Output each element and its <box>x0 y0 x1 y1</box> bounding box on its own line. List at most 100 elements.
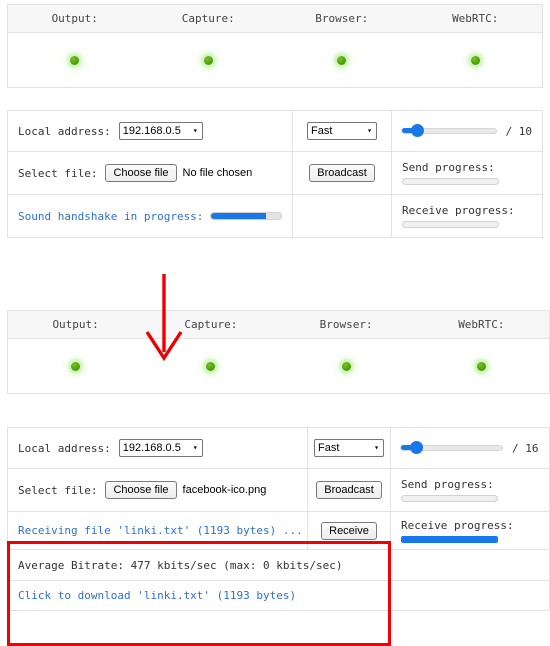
slider-max-label: / 10 <box>505 124 533 138</box>
led-indicator-icon <box>341 361 351 371</box>
status-led-webrtc <box>409 33 543 87</box>
status-header-row: Output: Capture: Browser: WebRTC: <box>8 5 542 33</box>
handshake-progress-bar <box>210 212 282 220</box>
download-row: Click to download 'linki.txt' (1193 byte… <box>8 581 549 611</box>
file-cell-bottom: Select file: Choose file facebook-ico.pn… <box>8 469 307 511</box>
led-indicator-icon <box>70 55 80 65</box>
receive-button-cell: Receive <box>307 512 390 549</box>
status-header-capture: Capture: <box>184 318 238 331</box>
file-cell-top: Select file: Choose file No file chosen <box>8 152 292 194</box>
speed-slider[interactable] <box>401 123 497 139</box>
status-header-webrtc: WebRTC: <box>458 318 505 331</box>
file-row-bottom: Select file: Choose file facebook-ico.pn… <box>8 469 549 512</box>
select-file-label: Select file: <box>18 483 98 497</box>
status-led-capture <box>142 33 276 87</box>
local-address-label: Local address: <box>18 124 111 138</box>
receiving-cell: Receiving file 'linki.txt' (1193 bytes) … <box>8 512 307 549</box>
broadcast-cell-top: Broadcast <box>292 152 391 194</box>
status-led-row <box>8 33 542 88</box>
local-address-select-wrap[interactable]: 192.168.0.5 ▾ <box>118 122 203 140</box>
status-led-output <box>8 339 143 393</box>
select-file-label: Select file: <box>18 166 98 180</box>
receive-button[interactable]: Receive <box>321 521 377 540</box>
status-led-output <box>8 33 142 87</box>
led-indicator-icon <box>337 55 347 65</box>
slider-cell-top: / 10 <box>391 111 542 151</box>
receive-progress-label: Receive progress: <box>401 518 514 532</box>
status-led-row <box>8 339 549 394</box>
send-progress-label: Send progress: <box>402 161 495 174</box>
transfer-panel-bottom: Local address: 192.168.0.5 ▾ Fast ▾ / 16 <box>7 427 550 611</box>
chosen-file-name: facebook-ico.png <box>182 484 267 496</box>
handshake-status-text: Sound handshake in progress: <box>18 209 204 223</box>
status-header-output: Output: <box>52 318 99 331</box>
led-indicator-icon <box>71 361 81 371</box>
handshake-row-top: Sound handshake in progress: Receive pro… <box>8 195 542 238</box>
handshake-spacer-top <box>292 195 391 237</box>
speed-select-wrap[interactable]: Fast ▾ <box>307 122 377 140</box>
chosen-file-name: No file chosen <box>182 167 253 179</box>
broadcast-button[interactable]: Broadcast <box>309 164 375 182</box>
led-indicator-icon <box>203 55 213 65</box>
local-address-label: Local address: <box>18 441 111 455</box>
receive-progress-bar <box>402 221 499 228</box>
slider-thumb[interactable] <box>401 441 423 454</box>
download-cell[interactable]: Click to download 'linki.txt' (1193 byte… <box>8 581 549 610</box>
led-indicator-icon <box>476 361 486 371</box>
status-header-output: Output: <box>51 12 98 25</box>
speed-slider[interactable] <box>400 440 503 456</box>
broadcast-cell-bottom: Broadcast <box>307 469 390 511</box>
speed-cell-top: Fast ▾ <box>292 111 391 151</box>
file-row-top: Select file: Choose file No file chosen … <box>8 152 542 195</box>
status-header-browser: Browser: <box>319 318 373 331</box>
file-input-bottom[interactable]: Choose file facebook-ico.png <box>105 481 266 499</box>
transfer-panel-top: Local address: 192.168.0.5 ▾ Fast ▾ / 10 <box>7 110 543 238</box>
speed-select[interactable]: Fast <box>314 439 384 457</box>
status-panel-bottom: Output: Capture: Browser: WebRTC: <box>7 310 550 394</box>
receive-progress-bar <box>401 535 498 543</box>
receive-progress-cell-top: Receive progress: <box>391 195 542 237</box>
status-header-row: Output: Capture: Browser: WebRTC: <box>8 311 549 339</box>
status-panel-top: Output: Capture: Browser: WebRTC: <box>7 4 543 88</box>
led-indicator-icon <box>470 55 480 65</box>
send-progress-bar <box>402 178 499 185</box>
status-led-capture <box>143 339 278 393</box>
address-cell-bottom: Local address: 192.168.0.5 ▾ <box>8 428 307 468</box>
send-progress-cell-top: Send progress: <box>391 152 542 194</box>
bitrate-cell: Average Bitrate: 477 kbits/sec (max: 0 k… <box>8 550 549 580</box>
receive-progress-label: Receive progress: <box>402 204 515 217</box>
receive-progress-cell-bottom: Receive progress: <box>390 512 549 549</box>
slider-cell-bottom: / 16 <box>390 428 549 468</box>
receiving-status-text: Receiving file 'linki.txt' (1193 bytes) … <box>18 524 303 537</box>
receiving-row: Receiving file 'linki.txt' (1193 bytes) … <box>8 512 549 550</box>
address-row-bottom: Local address: 192.168.0.5 ▾ Fast ▾ / 16 <box>8 428 549 469</box>
local-address-select[interactable]: 192.168.0.5 <box>118 122 203 140</box>
status-header-webrtc: WebRTC: <box>452 12 499 25</box>
status-led-browser <box>279 339 414 393</box>
file-input-top[interactable]: Choose file No file chosen <box>105 164 252 182</box>
download-link[interactable]: Click to download 'linki.txt' (1193 byte… <box>18 589 296 602</box>
status-header-capture: Capture: <box>181 12 235 25</box>
choose-file-button[interactable]: Choose file <box>105 481 177 499</box>
status-header-browser: Browser: <box>315 12 369 25</box>
local-address-select-wrap[interactable]: 192.168.0.5 ▾ <box>118 439 203 457</box>
slider-thumb[interactable] <box>402 124 424 137</box>
broadcast-button[interactable]: Broadcast <box>316 481 382 499</box>
send-progress-label: Send progress: <box>401 478 494 491</box>
choose-file-button[interactable]: Choose file <box>105 164 177 182</box>
local-address-select[interactable]: 192.168.0.5 <box>118 439 203 457</box>
status-led-browser <box>275 33 409 87</box>
speed-select[interactable]: Fast <box>307 122 377 140</box>
led-indicator-icon <box>206 361 216 371</box>
address-cell-top: Local address: 192.168.0.5 ▾ <box>8 111 292 151</box>
slider-max-label: / 16 <box>512 441 539 455</box>
send-progress-bar <box>401 495 498 502</box>
bitrate-text: Average Bitrate: 477 kbits/sec (max: 0 k… <box>18 558 343 572</box>
send-progress-cell-bottom: Send progress: <box>390 469 549 511</box>
address-row-top: Local address: 192.168.0.5 ▾ Fast ▾ / 10 <box>8 111 542 152</box>
status-led-webrtc <box>414 339 549 393</box>
handshake-cell-top: Sound handshake in progress: <box>8 195 292 237</box>
speed-select-wrap[interactable]: Fast ▾ <box>314 439 384 457</box>
speed-cell-bottom: Fast ▾ <box>307 428 390 468</box>
bitrate-row: Average Bitrate: 477 kbits/sec (max: 0 k… <box>8 550 549 581</box>
